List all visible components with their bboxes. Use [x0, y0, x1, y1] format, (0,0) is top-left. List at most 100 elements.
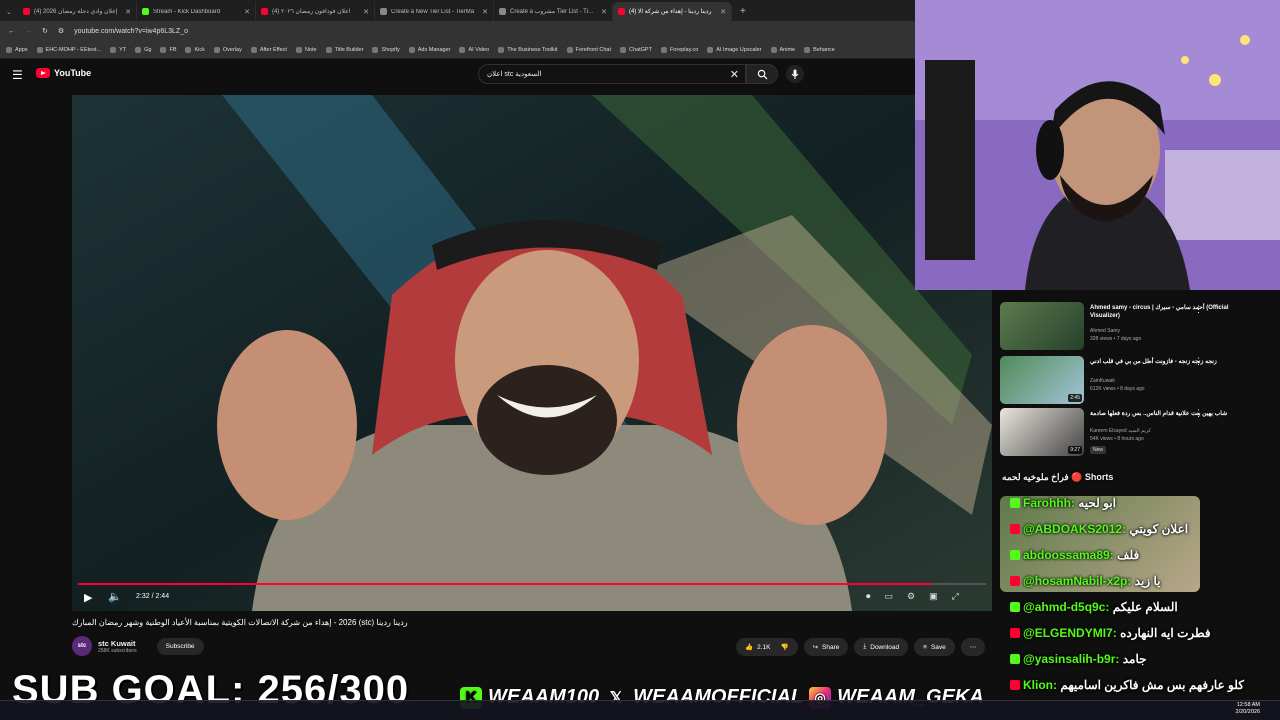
bookmark-item[interactable]: Shopify	[372, 46, 400, 53]
bookmark-label: Apps	[15, 46, 28, 53]
bookmark-item[interactable]: Overlay	[213, 46, 242, 53]
close-tab-icon[interactable]: ✕	[125, 8, 131, 16]
download-button[interactable]: ⤓ Download	[854, 638, 909, 656]
recommendation-thumbnail[interactable]	[1000, 302, 1084, 350]
close-tab-icon[interactable]: ✕	[244, 8, 250, 16]
recommendation-item[interactable]: 2:45 زنجه زنجه زنجه - فازونت أطل من بي ف…	[1000, 356, 1260, 406]
bookmark-item[interactable]: Foreplay.co	[660, 46, 698, 53]
bookmark-item[interactable]: After Effect	[250, 46, 287, 53]
recommendation-title[interactable]: شاب يهين بنت علانية قدام الناس.. بس ردة …	[1090, 410, 1250, 418]
bookmark-item[interactable]: FB	[160, 46, 176, 53]
thumbs-down-icon[interactable]: 👎	[780, 643, 788, 651]
bookmark-label: Behance	[813, 46, 835, 53]
recommendation-thumbnail[interactable]: 9:27	[1000, 408, 1084, 456]
browser-tab[interactable]: (4) ردينا ردينا - إهداء من شركة الا ✕	[613, 2, 732, 21]
bookmark-item[interactable]: Anime	[770, 46, 795, 53]
recommendation-meta: 328 views • 7 days ago	[1090, 336, 1142, 342]
menu-icon[interactable]: ☰	[12, 68, 23, 82]
search-input[interactable]: اعلان stc السعودية ✕	[478, 64, 746, 84]
recommendation-title[interactable]: Ahmed samy - circus | أحمد سامي - سيرك (…	[1090, 304, 1250, 320]
search-button[interactable]	[746, 64, 778, 84]
bookmark-label: AI Video	[468, 46, 490, 53]
bookmark-icon	[295, 46, 302, 53]
voice-search-button[interactable]	[786, 65, 804, 83]
browser-tab[interactable]: Create a مشروب Tier List - TierM ✕	[494, 2, 613, 21]
close-tab-icon[interactable]: ✕	[720, 8, 726, 16]
bookmark-label: AI Image Upscaler	[716, 46, 762, 53]
forward-icon[interactable]: →	[25, 28, 32, 35]
recommendation-channel[interactable]: ZainKuwait	[1090, 378, 1115, 384]
miniplayer-icon[interactable]: ▣	[929, 591, 938, 602]
captions-icon[interactable]: ▭	[885, 591, 894, 602]
subscribe-button[interactable]: Subscribe	[156, 637, 204, 655]
chat-text: ابو لحيه	[1078, 496, 1117, 510]
bookmark-item[interactable]: Note	[295, 46, 317, 53]
download-label: Download	[870, 643, 900, 651]
bookmark-item[interactable]: ChatGPT	[620, 46, 652, 53]
bookmark-item[interactable]: Kick	[185, 46, 205, 53]
taskbar-clock[interactable]: 12:58 AM 2/20/2026	[1236, 702, 1260, 716]
recommendation-channel[interactable]: Kareem Elsayed كريم السيد	[1090, 428, 1151, 434]
reload-icon[interactable]: ↻	[42, 27, 48, 35]
save-button[interactable]: ≡ Save	[914, 638, 955, 656]
url-text[interactable]: youtube.com/watch?v=iw4p6L3LZ_o	[74, 28, 188, 35]
new-badge: New	[1090, 446, 1107, 454]
bookmark-item[interactable]: YT	[110, 46, 126, 53]
youtube-logo[interactable]: YouTube	[36, 68, 91, 78]
chat-username: @hosamNabil-x2p:	[1023, 574, 1132, 588]
recommendation-channel[interactable]: Ahmed Samy	[1090, 328, 1120, 334]
site-info-icon[interactable]: ⚙	[58, 27, 64, 35]
autoplay-icon[interactable]: ⏺	[866, 591, 871, 602]
bookmark-item[interactable]: AI Image Upscaler	[707, 46, 762, 53]
settings-icon[interactable]: ⚙	[907, 591, 915, 602]
chat-text: فطرت ايه النهارده	[1120, 626, 1211, 640]
recommendation-meta: 54K views • 8 hours ago	[1090, 436, 1144, 442]
bookmark-item[interactable]: Apps	[6, 46, 28, 53]
more-options-icon[interactable]: ⋮	[1194, 408, 1203, 419]
close-tab-icon[interactable]: ✕	[482, 8, 488, 16]
progress-bar[interactable]	[78, 583, 986, 585]
stream-chat: فراخ ملوخيه لحمه 🔴 Shorts Farohhh: ابو ل…	[998, 470, 1280, 692]
share-button[interactable]: ↪ Share	[803, 638, 849, 656]
like-button[interactable]: 👍 2.1K 👎	[736, 638, 798, 656]
back-icon[interactable]: ←	[8, 28, 15, 35]
taskbar	[0, 700, 1280, 720]
browser-tab[interactable]: (4) اعلان فودافون رمضان ٢٠٢٦ ✕	[256, 2, 375, 21]
recommendation-item[interactable]: Ahmed samy - circus | أحمد سامي - سيرك (…	[1000, 302, 1260, 352]
video-actions: 👍 2.1K 👎 ↪ Share ⤓ Download ≡ Save ⋯	[736, 638, 986, 656]
bookmark-item[interactable]: Forefront Chat	[566, 46, 611, 53]
more-options-icon[interactable]: ⋮	[1194, 304, 1203, 315]
bookmark-item[interactable]: Ads Manager	[408, 46, 450, 53]
bookmark-icon	[372, 46, 379, 53]
close-tab-icon[interactable]: ✕	[363, 8, 369, 16]
bookmark-item[interactable]: Gg	[135, 46, 151, 53]
fullscreen-icon[interactable]: ⤢	[952, 591, 959, 602]
more-options-icon[interactable]: ⋮	[1194, 356, 1203, 367]
clear-search-icon[interactable]: ✕	[730, 68, 739, 81]
browser-tab[interactable]: Create a New Tier List - TierMa ✕	[375, 2, 494, 21]
tab-search-icon[interactable]: ⌄	[0, 8, 18, 21]
volume-icon[interactable]: 🔈	[108, 590, 122, 603]
play-icon[interactable]: ▶	[84, 591, 92, 604]
clock-time: 12:58 AM	[1236, 702, 1260, 708]
browser-tab[interactable]: Stream - Kick Dashboard ✕	[137, 2, 256, 21]
video-player[interactable]	[72, 95, 992, 611]
bookmark-item[interactable]: AI Video	[459, 46, 490, 53]
address-bar[interactable]: ← → ↻ ⚙ youtube.com/watch?v=iw4p6L3LZ_o	[0, 21, 915, 41]
channel-name[interactable]: stc Kuwait	[98, 639, 137, 648]
bookmark-item[interactable]: Behance	[804, 46, 835, 53]
recommendation-thumbnail[interactable]: 2:45	[1000, 356, 1084, 404]
bookmark-item[interactable]: The Business Toolkit	[498, 46, 558, 53]
recommendation-item[interactable]: 9:27 شاب يهين بنت علانية قدام الناس.. بس…	[1000, 408, 1260, 458]
recommendation-title[interactable]: زنجه زنجه زنجه - فازونت أطل من بي في قلب…	[1090, 358, 1250, 366]
bookmark-icon	[707, 46, 714, 53]
browser-tab[interactable]: (4) إعلان وادي دجلة رمضان 2026 ✕	[18, 2, 137, 21]
channel-avatar[interactable]: stc	[72, 636, 92, 656]
bookmark-icon	[160, 46, 167, 53]
bookmark-item[interactable]: Title Builder	[325, 46, 363, 53]
more-actions-button[interactable]: ⋯	[960, 638, 986, 656]
bookmark-icon	[213, 46, 220, 53]
close-tab-icon[interactable]: ✕	[601, 8, 607, 16]
new-tab-button[interactable]: +	[732, 6, 754, 21]
bookmark-item[interactable]: EHC-MOHP - EEtest...	[36, 46, 101, 53]
